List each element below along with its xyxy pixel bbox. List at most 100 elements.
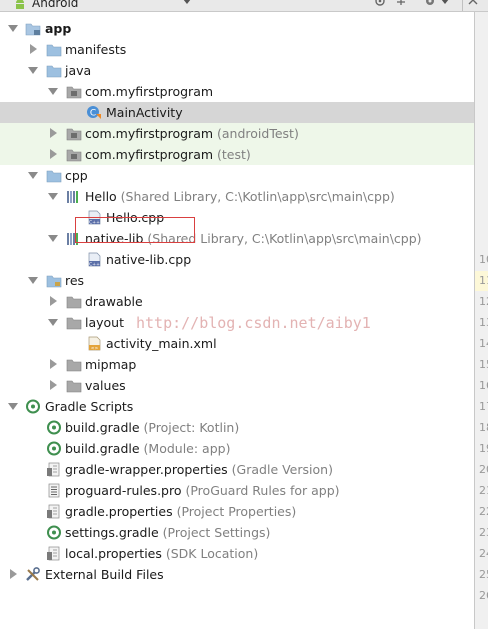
properties-file-icon [47,462,60,477]
tree-node-native-lib-cpp[interactable]: C++ native-lib.cpp [0,249,474,270]
tree-label: gradle-wrapper.properties (Gradle Versio… [65,462,333,477]
chevron-down-icon[interactable] [28,67,38,74]
tree-node-gradle-scripts[interactable]: Gradle Scripts [0,396,474,417]
chevron-down-icon[interactable] [8,403,18,410]
tree-node-manifests[interactable]: manifests [0,39,474,60]
tree-label: MainActivity [106,105,183,120]
folder-icon [46,170,62,183]
tree-label: cpp [65,168,88,183]
gear-icon[interactable] [424,0,436,9]
line-number: 17 [479,400,488,413]
tree-label: local.properties (SDK Location) [65,546,259,561]
svg-text:C++: C++ [89,261,100,267]
tree-node-main-activity[interactable]: C MainActivity [0,102,474,123]
package-icon [66,149,82,162]
tree-node-hello-cpp[interactable]: C++ Hello.cpp [0,207,474,228]
chevron-right-icon[interactable] [50,296,57,306]
line-number: 26 [479,589,488,602]
tree-node-settings-gradle[interactable]: settings.gradle (Project Settings) [0,522,474,543]
tree-node-mipmap[interactable]: mipmap [0,354,474,375]
tree-node-gradle-wrapper[interactable]: gradle-wrapper.properties (Gradle Versio… [0,459,474,480]
target-icon[interactable] [374,0,386,9]
project-toolbar: Android [0,0,488,12]
line-number: 12 [479,295,488,308]
chevron-down-icon[interactable] [28,172,38,179]
tree-label: drawable [85,294,143,309]
line-number: 13 [479,316,488,329]
folder-icon [66,296,82,309]
tree-label: activity_main.xml [106,336,217,351]
android-icon [16,0,24,9]
folder-icon [66,317,82,330]
collapse-all-icon[interactable] [395,0,407,9]
line-number: 22 [479,505,488,518]
tree-node-java[interactable]: java [0,60,474,81]
tree-node-values[interactable]: values [0,375,474,396]
line-number: 21 [479,484,488,497]
chevron-down-icon[interactable] [183,0,191,4]
chevron-right-icon[interactable] [50,380,57,390]
tree-node-hello-library[interactable]: Hello (Shared Library, C:\Kotlin\app\src… [0,186,474,207]
chevron-right-icon[interactable] [10,569,17,579]
tree-label: java [65,63,92,78]
view-selector[interactable]: Android [32,0,78,10]
chevron-right-icon[interactable] [50,149,57,159]
xml-file-icon: <> [88,336,101,351]
library-icon [67,191,78,203]
tree-node-external-build-files[interactable]: External Build Files [0,564,474,585]
module-folder-icon [25,23,41,36]
chevron-right-icon[interactable] [50,128,57,138]
hide-icon[interactable] [467,0,479,9]
chevron-down-icon[interactable] [48,319,58,326]
tree-label: proguard-rules.pro (ProGuard Rules for a… [65,483,340,498]
tree-node-app[interactable]: app [0,18,474,39]
tree-node-res[interactable]: res [0,270,474,291]
chevron-down-icon[interactable] [48,235,58,242]
tree-node-build-gradle-module[interactable]: build.gradle (Module: app) [0,438,474,459]
gradle-icon [26,399,40,414]
tree-node-drawable[interactable]: drawable [0,291,474,312]
line-number: 20 [479,463,488,476]
tree-node-package-main[interactable]: com.myfirstprogram [0,81,474,102]
tree-node-layout[interactable]: layout [0,312,474,333]
gradle-file-icon [47,525,61,540]
tree-node-activity-main-xml[interactable]: <> activity_main.xml [0,333,474,354]
tree-node-gradle-properties[interactable]: gradle.properties (Project Properties) [0,501,474,522]
folder-icon [46,44,62,57]
highlight-annotation-box [75,217,195,243]
properties-file-icon [47,504,60,519]
tree-label: native-lib.cpp [106,252,192,267]
chevron-down-icon[interactable] [28,277,38,284]
tree-node-package-test[interactable]: com.myfirstprogram (test) [0,144,474,165]
chevron-down-icon[interactable] [48,88,58,95]
gradle-file-icon [47,441,61,456]
tree-node-cpp[interactable]: cpp [0,165,474,186]
tree-node-local-properties[interactable]: local.properties (SDK Location) [0,543,474,564]
line-number: 14 [479,337,488,350]
tree-node-native-lib-library[interactable]: native-lib (Shared Library, C:\Kotlin\ap… [0,228,474,249]
tree-node-package-android-test[interactable]: com.myfirstprogram (androidTest) [0,123,474,144]
folder-icon [66,380,82,393]
chevron-down-icon[interactable] [8,25,18,32]
tree-node-proguard[interactable]: proguard-rules.pro (ProGuard Rules for a… [0,480,474,501]
tree-label: Gradle Scripts [45,399,134,414]
tree-label: com.myfirstprogram [85,84,214,99]
editor-gutter: 10 11 12 13 14 15 16 17 18 19 20 21 22 2… [474,12,488,629]
tree-label: External Build Files [45,567,164,582]
source-folder-icon [46,65,62,78]
tree-label: mipmap [85,357,137,372]
line-number: 25 [479,568,488,581]
text-file-icon [48,483,60,498]
line-number: 18 [479,421,488,434]
chevron-right-icon[interactable] [30,44,37,54]
tree-label: values [85,378,126,393]
chevron-right-icon[interactable] [50,359,57,369]
cpp-file-icon: C++ [88,252,101,267]
settings-dropdown-icon[interactable] [441,0,449,4]
tree-node-build-gradle-project[interactable]: build.gradle (Project: Kotlin) [0,417,474,438]
project-tree: app manifests java com.myfirstprogram C … [0,12,474,629]
tools-icon [26,567,40,581]
tree-label: Hello (Shared Library, C:\Kotlin\app\src… [85,189,395,204]
tree-label: res [65,273,85,288]
chevron-down-icon[interactable] [48,193,58,200]
